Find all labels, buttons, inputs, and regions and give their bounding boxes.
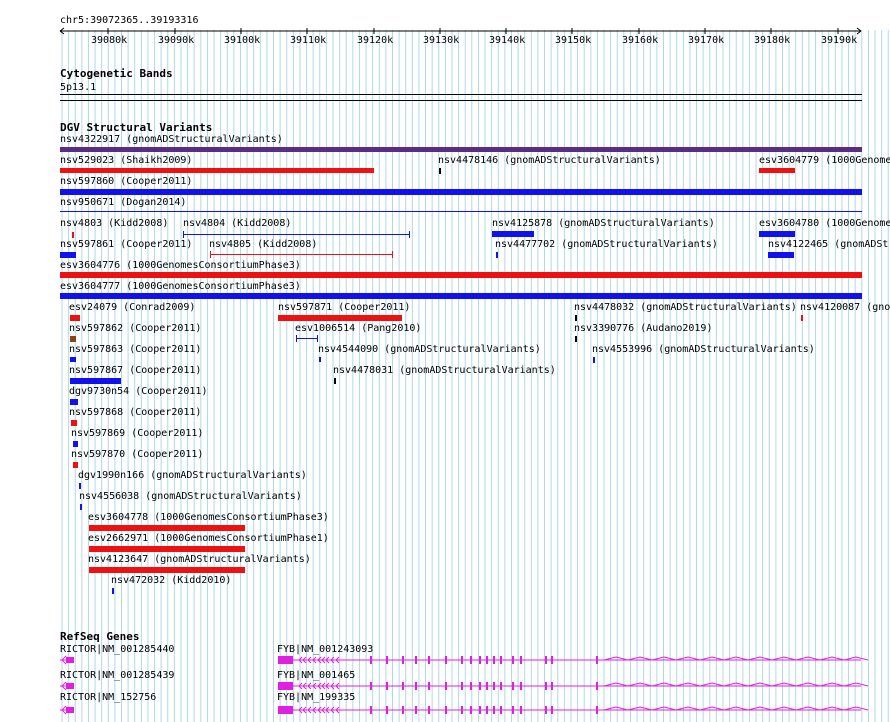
fyb-exon[interactable]: [415, 656, 417, 664]
fyb-exon[interactable]: [428, 656, 430, 664]
fyb-exon[interactable]: [278, 656, 293, 664]
fyb-exon[interactable]: [386, 706, 388, 714]
fyb-exon[interactable]: [445, 656, 447, 664]
fyb-exon[interactable]: [461, 706, 463, 714]
fyb-exon[interactable]: [470, 682, 472, 690]
fyb-exon[interactable]: [596, 656, 598, 664]
fyb-exon[interactable]: [461, 656, 463, 664]
fyb-exon[interactable]: [278, 682, 293, 690]
track-glyphs: [59, 27, 869, 715]
fyb-exon[interactable]: [551, 706, 553, 714]
fyb-exon[interactable]: [479, 706, 481, 714]
fyb-exon[interactable]: [512, 656, 514, 664]
fyb-exon[interactable]: [402, 656, 404, 664]
fyb-exon[interactable]: [428, 682, 430, 690]
fyb-exon[interactable]: [596, 706, 598, 714]
rictor-exon[interactable]: [66, 707, 74, 713]
fyb-exon[interactable]: [479, 682, 481, 690]
fyb-exon[interactable]: [470, 706, 472, 714]
fyb-exon[interactable]: [545, 706, 547, 714]
fyb-exon[interactable]: [500, 706, 502, 714]
fyb-exon[interactable]: [386, 682, 388, 690]
fyb-exon[interactable]: [486, 656, 488, 664]
fyb-exon[interactable]: [545, 656, 547, 664]
fyb-exon[interactable]: [545, 682, 547, 690]
fyb-exon[interactable]: [500, 656, 502, 664]
fyb-exon[interactable]: [596, 682, 598, 690]
fyb-exon[interactable]: [278, 706, 293, 714]
fyb-exon[interactable]: [486, 682, 488, 690]
rictor-exon[interactable]: [66, 683, 74, 689]
fyb-exon[interactable]: [493, 656, 495, 664]
fyb-exon[interactable]: [445, 682, 447, 690]
fyb-exon[interactable]: [370, 656, 372, 664]
fyb-exon[interactable]: [402, 706, 404, 714]
fyb-exon[interactable]: [493, 706, 495, 714]
fyb-exon[interactable]: [402, 682, 404, 690]
fyb-exon[interactable]: [551, 682, 553, 690]
fyb-exon[interactable]: [415, 706, 417, 714]
fyb-exon[interactable]: [500, 682, 502, 690]
fyb-exon[interactable]: [512, 706, 514, 714]
fyb-exon[interactable]: [370, 682, 372, 690]
fyb-exon[interactable]: [493, 682, 495, 690]
fyb-exon[interactable]: [428, 706, 430, 714]
fyb-exon[interactable]: [520, 682, 522, 690]
genome-browser-view[interactable]: chr5:39072365..39193316 39080k 39090k 3910…: [0, 0, 890, 722]
fyb-exon[interactable]: [512, 682, 514, 690]
fyb-exon[interactable]: [520, 656, 522, 664]
fyb-exon[interactable]: [479, 656, 481, 664]
fyb-exon[interactable]: [520, 706, 522, 714]
fyb-exon[interactable]: [445, 706, 447, 714]
fyb-exon[interactable]: [470, 656, 472, 664]
fyb-exon[interactable]: [386, 656, 388, 664]
fyb-exon[interactable]: [551, 656, 553, 664]
fyb-exon[interactable]: [461, 682, 463, 690]
rictor-exon[interactable]: [66, 657, 74, 663]
fyb-exon[interactable]: [415, 682, 417, 690]
fyb-exon[interactable]: [486, 706, 488, 714]
fyb-exon[interactable]: [370, 706, 372, 714]
